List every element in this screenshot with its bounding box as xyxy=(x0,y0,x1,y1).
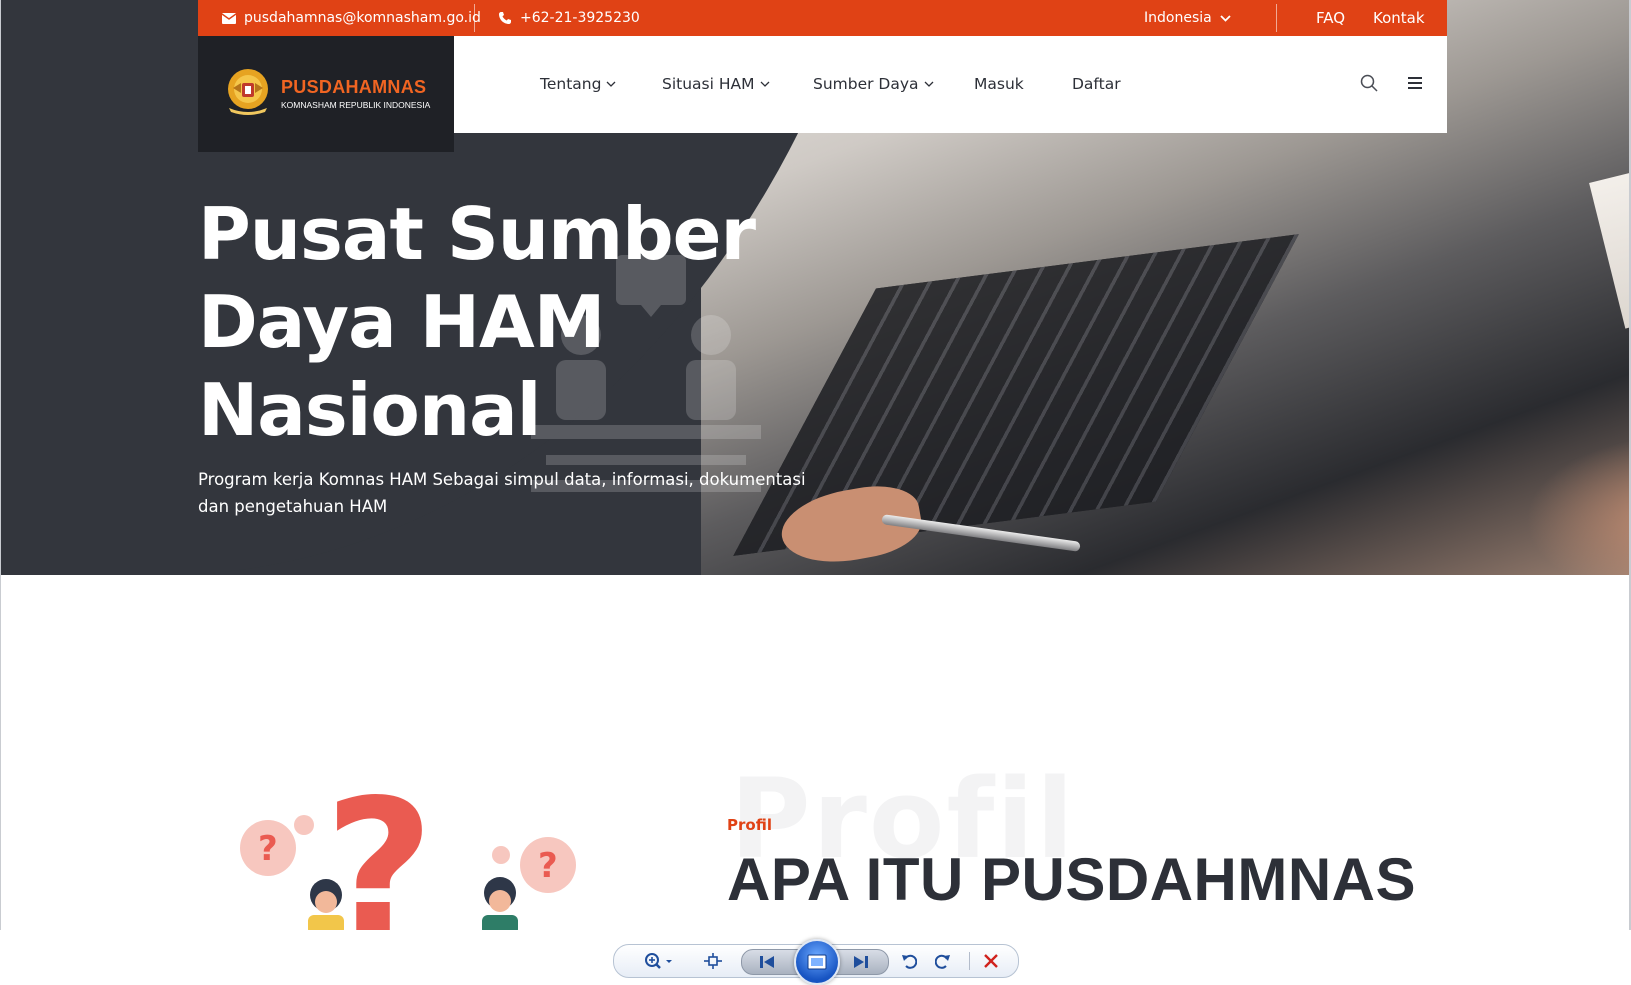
slideshow-icon xyxy=(807,954,827,970)
chevron-down-icon xyxy=(924,81,934,87)
fit-to-window-button[interactable] xyxy=(702,951,724,971)
delete-icon xyxy=(984,954,998,968)
previous-icon xyxy=(760,956,774,968)
next-icon xyxy=(854,956,868,968)
rotate-counterclockwise-icon xyxy=(902,954,917,969)
garuda-emblem-icon xyxy=(228,69,268,115)
chevron-down-icon xyxy=(1220,14,1231,22)
language-label: Indonesia xyxy=(1144,10,1212,26)
rotate-clockwise-button[interactable] xyxy=(932,951,954,971)
topbar-divider xyxy=(1276,4,1277,32)
nav-item-label: Tentang xyxy=(540,75,602,93)
delete-button[interactable] xyxy=(980,951,1002,971)
nav-item-label: Sumber Daya xyxy=(813,75,919,93)
email-text: pusdahamnas@komnasham.go.id xyxy=(244,10,481,26)
profile-title: APA ITU PUSDAHMNAS xyxy=(727,846,1417,913)
brand-subtitle: KOMNASHAM REPUBLIK INDONESIA xyxy=(281,100,431,110)
nav-item-label: Daftar xyxy=(1072,75,1121,93)
svg-text:?: ? xyxy=(258,829,278,869)
email-contact[interactable]: pusdahamnas@komnasham.go.id xyxy=(222,0,481,36)
nav-item-daftar[interactable]: Daftar xyxy=(1072,75,1121,93)
hero-subtitle: Program kerja Komnas HAM Sebagai simpul … xyxy=(198,470,806,516)
svg-text:?: ? xyxy=(324,775,434,930)
chevron-down-icon xyxy=(760,81,769,87)
nav-item-label: Situasi HAM xyxy=(662,75,755,93)
zoom-button[interactable] xyxy=(642,951,676,971)
topbar-divider xyxy=(474,4,475,32)
chevron-down-icon xyxy=(606,81,616,87)
zoom-icon xyxy=(645,953,672,969)
brand-name: PUSDAHAMNAS xyxy=(281,77,427,97)
nav-item-tentang[interactable]: Tentang xyxy=(540,75,616,93)
phone-contact[interactable]: +62-21-3925230 xyxy=(498,0,640,36)
toolbar-divider xyxy=(969,952,970,970)
hero-title: Pusat Sumber Daya HAM Nasional xyxy=(198,192,756,452)
language-selector[interactable]: Indonesia xyxy=(1144,0,1231,36)
question-people-illustration: ? ? ? xyxy=(240,775,576,930)
rotate-counterclockwise-button[interactable] xyxy=(898,951,920,971)
svg-text:?: ? xyxy=(538,846,558,886)
notebook-image xyxy=(1589,81,1629,329)
faq-link[interactable]: FAQ xyxy=(1316,0,1345,36)
brand-logo[interactable]: PUSDAHAMNAS KOMNASHAM REPUBLIK INDONESIA xyxy=(198,36,454,152)
hamburger-menu-icon[interactable] xyxy=(1408,77,1422,89)
top-contact-bar: pusdahamnas@komnasham.go.id +62-21-39252… xyxy=(198,0,1447,36)
rotate-clockwise-icon xyxy=(935,954,950,969)
profile-label: Profil xyxy=(727,816,772,834)
main-navbar: Tentang Situasi HAM Sumber Daya Masuk Da… xyxy=(454,36,1447,133)
contact-link[interactable]: Kontak xyxy=(1373,0,1425,36)
nav-item-masuk[interactable]: Masuk xyxy=(974,75,1024,93)
phone-text: +62-21-3925230 xyxy=(520,10,640,26)
fit-to-window-icon xyxy=(704,953,722,969)
search-icon[interactable] xyxy=(1360,74,1378,92)
viewer-toolbar xyxy=(613,939,1019,985)
slideshow-button[interactable] xyxy=(794,939,840,985)
nav-item-situasi-ham[interactable]: Situasi HAM xyxy=(662,75,770,93)
next-button[interactable] xyxy=(850,952,872,972)
envelope-icon xyxy=(222,12,236,24)
nav-item-label: Masuk xyxy=(974,75,1024,93)
phone-icon xyxy=(499,12,511,24)
nav-item-sumber-daya[interactable]: Sumber Daya xyxy=(813,75,934,93)
previous-button[interactable] xyxy=(756,952,778,972)
